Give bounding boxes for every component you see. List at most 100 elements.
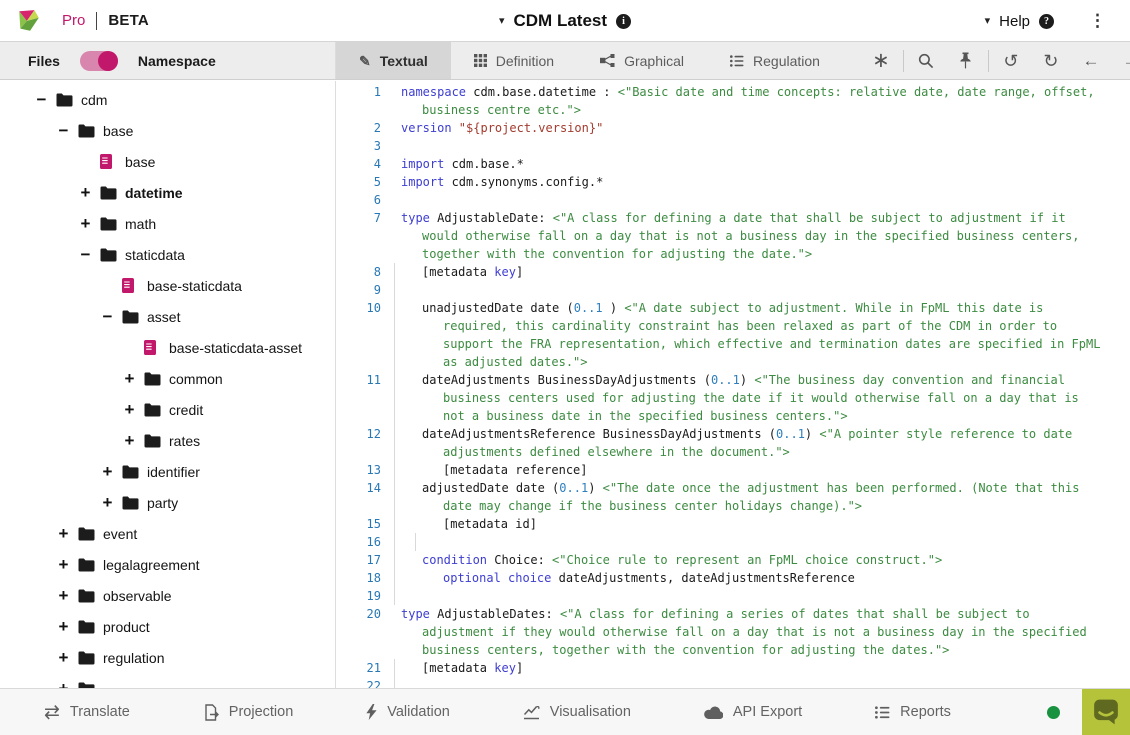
indent-guide — [394, 479, 395, 515]
tree-item-party[interactable]: +party — [0, 487, 335, 518]
arrow-left-icon[interactable]: ← — [1071, 52, 1111, 69]
api-export-button[interactable]: API Export — [704, 704, 802, 720]
plus-expander-icon[interactable]: + — [78, 215, 93, 232]
tree-item-base-staticdata[interactable]: base-staticdata — [0, 270, 335, 301]
code-line[interactable]: 5import cdm.synonyms.config.* — [337, 173, 1130, 191]
tree-item-hidden[interactable]: + — [0, 673, 335, 688]
plus-expander-icon[interactable]: + — [78, 184, 93, 201]
code-line[interactable]: 7type AdjustableDate: <"A class for defi… — [337, 209, 1130, 263]
visualisation-button[interactable]: Visualisation — [523, 704, 631, 720]
line-number: 15 — [337, 515, 381, 533]
minus-expander-icon[interactable]: − — [100, 308, 115, 325]
code-line[interactable]: 9 — [337, 281, 1130, 299]
projection-button[interactable]: Projection — [203, 704, 293, 721]
code-line[interactable]: 16 — [337, 533, 1130, 551]
redo-icon[interactable]: ↻ — [1031, 52, 1071, 70]
minus-expander-icon[interactable]: − — [56, 122, 71, 139]
toolbar-divider — [988, 50, 989, 72]
code-line[interactable]: 8[metadata key] — [337, 263, 1130, 281]
tree-item-base-staticdata-asset[interactable]: base-staticdata-asset — [0, 332, 335, 363]
code-line[interactable]: 6 — [337, 191, 1130, 209]
translate-button[interactable]: ⇄Translate — [44, 703, 130, 722]
line-number: 18 — [337, 569, 381, 587]
plus-expander-icon[interactable]: + — [122, 401, 137, 418]
caret-down-icon[interactable]: ▾ — [499, 16, 505, 27]
workspace-switcher[interactable]: ▾ CDM Latest i — [0, 0, 1130, 42]
chat-widget[interactable] — [1082, 689, 1130, 735]
code-line[interactable]: 11dateAdjustments BusinessDayAdjustments… — [337, 371, 1130, 425]
validation-button[interactable]: Validation — [366, 704, 450, 720]
tab-regulation[interactable]: Regulation — [707, 42, 843, 79]
tree-item-legalagreement[interactable]: +legalagreement — [0, 549, 335, 580]
tree-item-identifier[interactable]: + identifier — [0, 456, 335, 487]
search-icon[interactable] — [906, 53, 946, 69]
kebab-menu-icon[interactable]: ⋮ — [1089, 11, 1106, 31]
tree-item-label: identifier — [147, 464, 200, 480]
code-line[interactable]: 12dateAdjustmentsReference BusinessDayAd… — [337, 425, 1130, 461]
caret-down-icon[interactable]: ▾ — [985, 16, 991, 27]
tab-graphical[interactable]: Graphical — [577, 42, 707, 79]
help-menu[interactable]: Help — [999, 13, 1030, 30]
tree-item-asset[interactable]: −asset — [0, 301, 335, 332]
code-text: version "${project.version}" — [401, 119, 1130, 137]
plus-expander-icon[interactable]: + — [100, 494, 115, 511]
plus-expander-icon[interactable]: + — [56, 649, 71, 666]
tree-item-observable[interactable]: +observable — [0, 580, 335, 611]
tree-item-base[interactable]: −base — [0, 115, 335, 146]
checklist-icon — [730, 55, 744, 67]
plus-expander-icon[interactable]: + — [56, 525, 71, 542]
code-line[interactable]: 3 — [337, 137, 1130, 155]
plus-expander-icon[interactable]: + — [56, 618, 71, 635]
code-line[interactable]: 1namespace cdm.base.datetime : <"Basic d… — [337, 83, 1130, 119]
tree-item-credit[interactable]: +credit — [0, 394, 335, 425]
code-line[interactable]: 20type AdjustableDates: <"A class for de… — [337, 605, 1130, 659]
code-line[interactable]: 19 — [337, 587, 1130, 605]
tree-item-regulation[interactable]: +regulation — [0, 642, 335, 673]
plus-expander-icon[interactable]: + — [56, 680, 71, 688]
reports-button[interactable]: Reports — [875, 704, 951, 720]
tree-item-cdm[interactable]: −cdm — [0, 84, 335, 115]
tree-item-staticdata[interactable]: −staticdata — [0, 239, 335, 270]
code-line[interactable]: 17condition Choice: <"Choice rule to rep… — [337, 551, 1130, 569]
code-line[interactable]: 13[metadata reference] — [337, 461, 1130, 479]
plus-expander-icon[interactable]: + — [56, 556, 71, 573]
info-icon[interactable]: i — [616, 14, 631, 29]
code-line[interactable]: 15[metadata id] — [337, 515, 1130, 533]
minus-expander-icon[interactable]: − — [34, 91, 49, 108]
tree-item-event[interactable]: +event — [0, 518, 335, 549]
pin-icon[interactable] — [946, 52, 986, 69]
code-line[interactable]: 14adjustedDate date (0..1) <"The date on… — [337, 479, 1130, 515]
arrow-right-icon[interactable]: → — [1111, 52, 1130, 69]
tree-item-product[interactable]: +product — [0, 611, 335, 642]
tab-definition[interactable]: Definition — [451, 42, 577, 79]
line-number: 6 — [337, 191, 381, 209]
tree-item-common[interactable]: +common — [0, 363, 335, 394]
code-line[interactable]: 4import cdm.base.* — [337, 155, 1130, 173]
tree-item-math[interactable]: +math — [0, 208, 335, 239]
minus-expander-icon[interactable]: − — [78, 246, 93, 263]
bottom-action-label: Reports — [900, 704, 951, 720]
code-line[interactable]: 10unadjustedDate date (0..1 ) <"A date s… — [337, 299, 1130, 371]
files-namespace-toggle[interactable] — [80, 51, 118, 71]
plus-expander-icon[interactable]: + — [122, 432, 137, 449]
asterisk-icon[interactable]: ∗ — [861, 50, 901, 71]
undo-icon[interactable]: ↺ — [991, 52, 1031, 70]
plus-expander-icon[interactable]: + — [100, 463, 115, 480]
validation-icon — [366, 704, 377, 720]
line-number: 22 — [337, 677, 381, 688]
tree-item-datetime[interactable]: +datetime — [0, 177, 335, 208]
question-icon[interactable]: ? — [1039, 14, 1054, 29]
tree-item-base[interactable]: base — [0, 146, 335, 177]
code-line[interactable]: 2version "${project.version}" — [337, 119, 1130, 137]
code-line[interactable]: 18optional choice dateAdjustments, dateA… — [337, 569, 1130, 587]
plus-expander-icon[interactable]: + — [56, 587, 71, 604]
code-line[interactable]: 21[metadata key] — [337, 659, 1130, 677]
code-editor[interactable]: 1namespace cdm.base.datetime : <"Basic d… — [337, 81, 1130, 688]
plus-expander-icon[interactable]: + — [122, 370, 137, 387]
top-bar-right: ▾ Help ? ⋮ — [985, 0, 1130, 42]
line-number: 16 — [337, 533, 381, 551]
code-text: unadjustedDate date (0..1 ) <"A date sub… — [401, 299, 1130, 371]
tab-textual[interactable]: ✎Textual — [336, 42, 451, 79]
code-line[interactable]: 22 — [337, 677, 1130, 688]
tree-item-rates[interactable]: +rates — [0, 425, 335, 456]
